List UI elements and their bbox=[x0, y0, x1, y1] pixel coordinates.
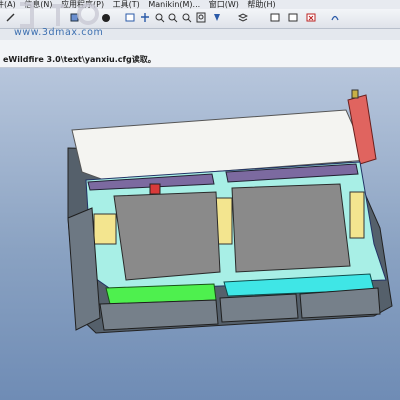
refit-icon[interactable] bbox=[182, 12, 192, 23]
pan-icon[interactable] bbox=[140, 12, 150, 23]
message-text: eWildfire 3.0\text\yanxiu.cfg读取。 bbox=[3, 55, 156, 64]
model-canvas bbox=[67, 89, 393, 334]
model-viewport[interactable] bbox=[0, 68, 400, 400]
menu-item-info[interactable]: 信息(N) bbox=[24, 0, 52, 9]
handle-knob bbox=[351, 89, 359, 99]
view-icon[interactable] bbox=[125, 12, 135, 23]
menu-item-window[interactable]: 窗口(W) bbox=[209, 0, 239, 9]
menu-bar: 件(A) 信息(N) 应用程序(P) 工具(T) Manikin(M)... 窗… bbox=[0, 0, 400, 9]
menu-item-edit[interactable]: 件(A) bbox=[0, 0, 16, 9]
zoom-in-icon[interactable] bbox=[155, 12, 165, 23]
close-window-icon[interactable] bbox=[306, 12, 316, 23]
watermark-url: www.3dmax.com bbox=[14, 27, 104, 38]
spin-icon[interactable] bbox=[330, 12, 340, 23]
layers-icon[interactable] bbox=[238, 12, 248, 23]
gray-panel-right bbox=[231, 183, 351, 273]
menu-item-help[interactable]: 帮助(H) bbox=[247, 0, 275, 9]
gray-panel-left bbox=[113, 191, 221, 281]
sphere-icon[interactable] bbox=[101, 12, 111, 23]
window-icon[interactable] bbox=[270, 12, 280, 23]
saved-views-icon[interactable] bbox=[212, 12, 222, 23]
menu-item-manikin[interactable]: Manikin(M)... bbox=[148, 0, 200, 9]
zoom-out-icon[interactable] bbox=[168, 12, 178, 23]
open-window-icon[interactable] bbox=[288, 12, 298, 23]
drawer-mid bbox=[219, 293, 299, 323]
red-marker bbox=[149, 183, 161, 195]
menu-item-applications[interactable]: 应用程序(P) bbox=[61, 0, 104, 9]
menu-item-tools[interactable]: 工具(T) bbox=[113, 0, 140, 9]
cube-icon[interactable] bbox=[70, 12, 80, 23]
yellow-part-left bbox=[93, 213, 117, 245]
yellow-part-right bbox=[349, 191, 365, 239]
orient-icon[interactable] bbox=[196, 12, 206, 23]
sketch-icon[interactable] bbox=[6, 12, 16, 23]
toolbar bbox=[0, 9, 400, 29]
